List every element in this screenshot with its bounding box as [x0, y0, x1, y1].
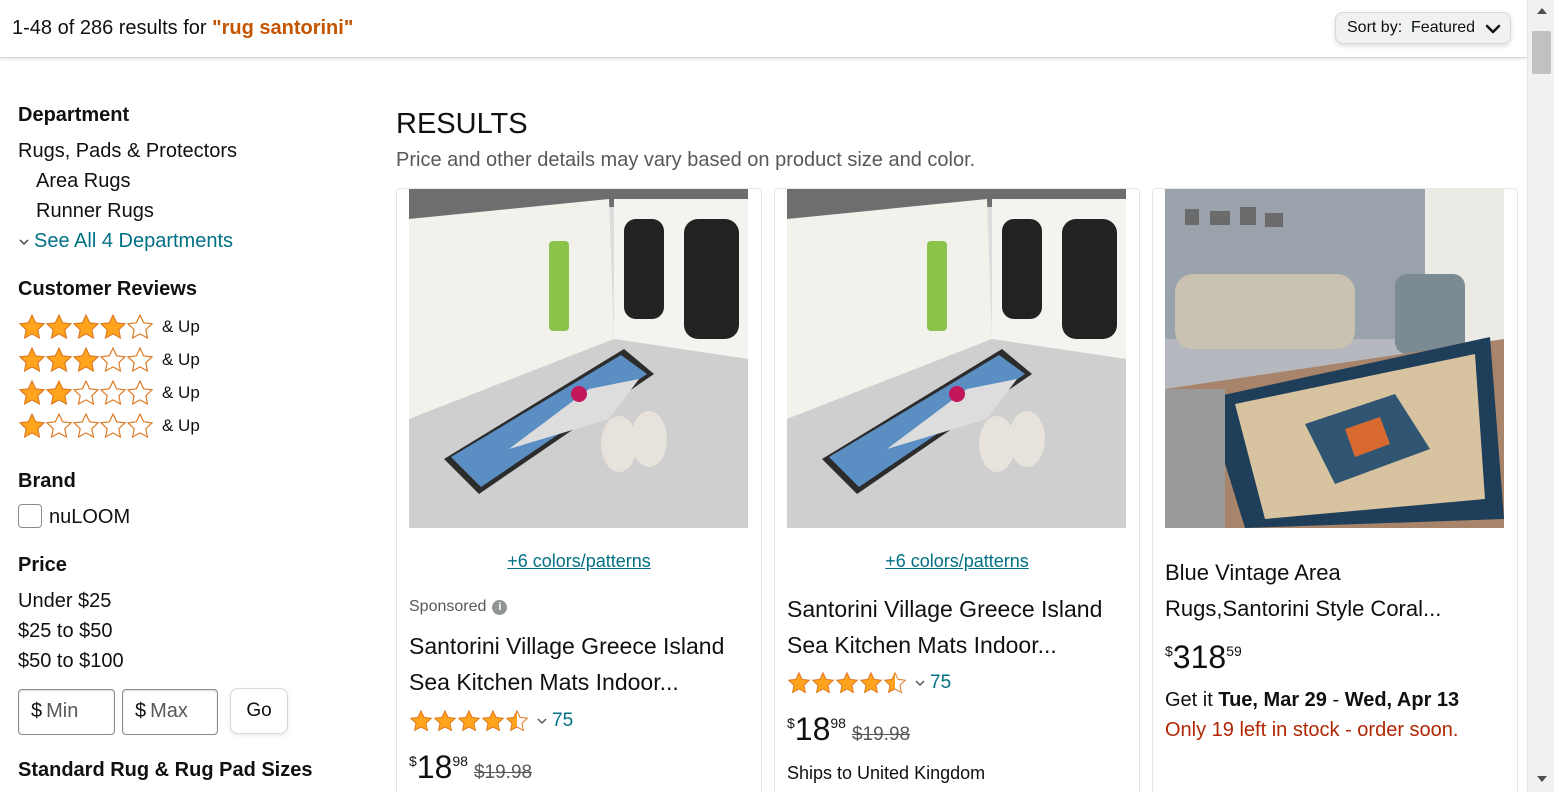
star-empty-icon [126, 346, 154, 374]
star-empty-icon [99, 412, 127, 440]
star-icon [18, 346, 46, 374]
product-rating[interactable]: 75 [409, 709, 573, 733]
rating-filter-3[interactable]: & Up [18, 346, 200, 374]
brand-nuloom-checkbox[interactable] [18, 504, 42, 528]
chevron-down-icon [19, 239, 29, 245]
price-25-to-50[interactable]: $25 to $50 [18, 620, 113, 643]
product-title[interactable]: Blue Vintage Area Rugs,Santorini Style Co… [1165, 555, 1503, 627]
department-heading: Department [18, 104, 130, 126]
results-subtitle: Price and other details may vary based o… [396, 149, 976, 171]
product-title[interactable]: Santorini Village Greece Island Sea Kitch… [409, 628, 747, 700]
star-icon [433, 709, 457, 733]
scroll-thumb[interactable] [1532, 31, 1551, 74]
product-price: $31859 [1165, 639, 1242, 675]
product-price: $1898$19.98 [409, 749, 533, 785]
review-count[interactable]: 75 [930, 672, 951, 694]
star-half-icon [883, 671, 907, 695]
star-empty-icon [45, 412, 73, 440]
see-all-departments-link[interactable]: See All 4 Departments [18, 230, 233, 253]
sort-value: Featured [1411, 19, 1476, 36]
star-empty-icon [126, 412, 154, 440]
chevron-down-icon [1485, 24, 1501, 34]
scroll-down-arrow-icon[interactable] [1537, 776, 1547, 782]
brand-heading: Brand [18, 470, 76, 492]
product-image[interactable] [1165, 189, 1504, 528]
product-image[interactable] [409, 189, 748, 528]
product-rating[interactable]: 75 [787, 671, 951, 695]
star-empty-icon [72, 412, 100, 440]
price-under-25[interactable]: Under $25 [18, 590, 111, 613]
star-icon [787, 671, 811, 695]
rating-filter-1[interactable]: & Up [18, 412, 200, 440]
page-scrollbar[interactable] [1527, 0, 1554, 792]
star-empty-icon [72, 379, 100, 407]
price-min-input[interactable]: $ Min [18, 689, 115, 735]
sponsored-label: Sponsored i [409, 598, 508, 616]
results-bar: 1-48 of 286 results for "rug santorini" … [0, 0, 1527, 58]
rating-filter-4[interactable]: & Up [18, 313, 200, 341]
star-empty-icon [99, 379, 127, 407]
star-icon [859, 671, 883, 695]
star-icon [45, 313, 73, 341]
star-half-icon [505, 709, 529, 733]
chevron-down-icon [537, 718, 547, 725]
chevron-down-icon [915, 680, 925, 687]
star-empty-icon [99, 346, 127, 374]
shipping-info: Ships to United Kingdom [787, 763, 986, 783]
rating-filter-2[interactable]: & Up [18, 379, 200, 407]
price-50-to-100[interactable]: $50 to $100 [18, 650, 124, 673]
rug-sizes-heading: Standard Rug & Rug Pad Sizes [18, 759, 313, 781]
star-icon [99, 313, 127, 341]
product-title[interactable]: Santorini Village Greece Island Sea Kitch… [787, 591, 1125, 663]
star-icon [45, 346, 73, 374]
star-icon [72, 346, 100, 374]
star-icon [409, 709, 433, 733]
star-icon [45, 379, 73, 407]
product-image[interactable] [787, 189, 1126, 528]
stock-warning: Only 19 left in stock - order soon. [1165, 719, 1459, 741]
variants-link[interactable]: +6 colors/patterns [397, 551, 761, 572]
department-area-rugs[interactable]: Area Rugs [36, 170, 131, 193]
star-icon [18, 379, 46, 407]
customer-reviews-heading: Customer Reviews [18, 278, 197, 300]
star-empty-icon [126, 313, 154, 341]
price-heading: Price [18, 554, 67, 576]
brand-nuloom-label[interactable]: nuLOOM [49, 506, 130, 529]
product-card: +6 colors/patterns Santorini Village Gre… [774, 188, 1140, 792]
price-go-button[interactable]: Go [230, 688, 288, 734]
price-max-input[interactable]: $ Max [122, 689, 218, 735]
sort-label: Sort by: [1347, 19, 1403, 36]
scroll-up-arrow-icon[interactable] [1537, 8, 1547, 14]
product-card: +6 colors/patterns Sponsored i Santorini … [396, 188, 762, 792]
search-query: "rug santorini" [212, 17, 354, 39]
star-icon [72, 313, 100, 341]
was-price: $19.98 [851, 724, 911, 745]
product-price: $1898$19.98 [787, 711, 911, 747]
star-icon [457, 709, 481, 733]
results-heading: RESULTS [396, 108, 528, 140]
delivery-estimate: Get it Tue, Mar 29 - Wed, Apr 13 [1165, 689, 1460, 711]
result-count: 1-48 of 286 results for "rug santorini" [12, 17, 354, 39]
info-icon[interactable]: i [492, 599, 508, 615]
star-empty-icon [126, 379, 154, 407]
star-icon [18, 412, 46, 440]
sort-dropdown[interactable]: Sort by: Featured [1335, 12, 1511, 44]
star-icon [835, 671, 859, 695]
star-icon [811, 671, 835, 695]
star-icon [481, 709, 505, 733]
variants-link[interactable]: +6 colors/patterns [775, 551, 1139, 572]
department-rugs-pads[interactable]: Rugs, Pads & Protectors [18, 140, 237, 163]
star-icon [18, 313, 46, 341]
product-card: Blue Vintage Area Rugs,Santorini Style Co… [1152, 188, 1518, 792]
was-price: $19.98 [473, 762, 533, 783]
department-runner-rugs[interactable]: Runner Rugs [36, 200, 154, 223]
review-count[interactable]: 75 [552, 710, 573, 732]
